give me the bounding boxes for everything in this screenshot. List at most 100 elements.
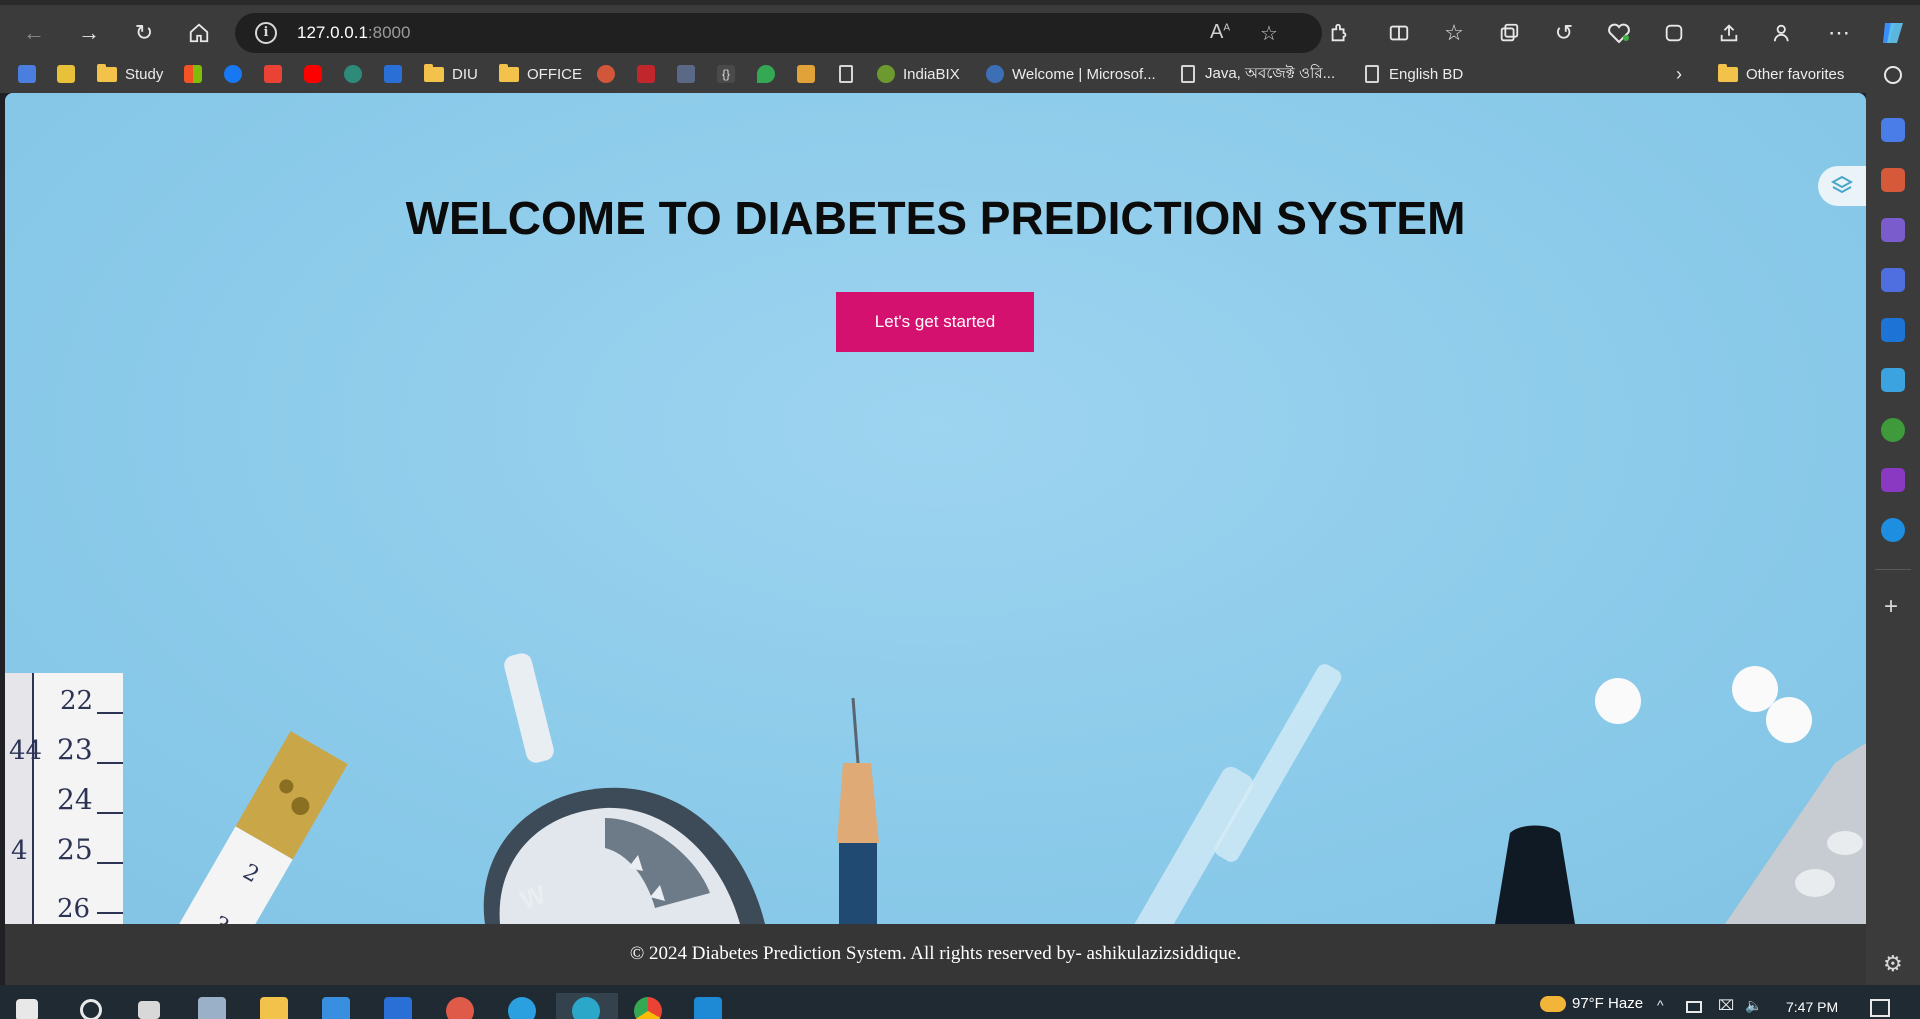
tape-number: 4 [11, 836, 28, 866]
folder-icon [424, 63, 444, 82]
task-view-icon[interactable] [138, 1001, 160, 1019]
sidebar-telegram-icon[interactable] [1881, 368, 1905, 392]
bookmarks-overflow-chevron-icon[interactable]: › [1676, 62, 1682, 86]
sidebar-games-icon[interactable] [1881, 218, 1905, 242]
bookmark-english-bd[interactable]: English BD [1365, 62, 1463, 86]
edge-icon[interactable] [572, 997, 600, 1019]
favorite-star-icon[interactable]: ☆ [1260, 21, 1278, 46]
bookmark-gmail-icon[interactable] [264, 62, 290, 86]
browser-essentials-icon[interactable] [1601, 15, 1637, 51]
pill-image [1595, 678, 1641, 724]
bookmark-welcome-microsoft[interactable]: Welcome | Microsof... [986, 62, 1156, 86]
notifications-icon[interactable] [1870, 999, 1890, 1017]
file-explorer-icon[interactable] [260, 997, 288, 1019]
tray-device-icon[interactable] [1686, 1001, 1702, 1013]
mail-icon[interactable] [384, 997, 412, 1019]
start-icon[interactable] [16, 999, 38, 1019]
windows-taskbar: 97°F Haze ^ ⌧ 🔈 7:47 PM [0, 985, 1920, 1019]
bookmark-code-icon[interactable]: {} [717, 62, 743, 86]
bookmarks-bar: Study DIU OFFICE {} IndiaBIX Welcome | M… [0, 55, 1866, 93]
volume-icon[interactable]: 🔈 [1745, 997, 1762, 1014]
extensions-icon[interactable] [1321, 15, 1357, 51]
chrome-icon[interactable] [634, 997, 662, 1019]
vscode-icon[interactable] [694, 997, 722, 1019]
tray-chevron-icon[interactable]: ^ [1657, 997, 1664, 1013]
split-screen-icon[interactable] [1381, 15, 1417, 51]
profile-icon[interactable] [1766, 15, 1802, 51]
sidebar-shopping-icon[interactable] [1881, 118, 1905, 142]
layers-icon [1830, 175, 1854, 194]
share-icon[interactable] [1711, 15, 1747, 51]
blister-cell [1827, 831, 1863, 855]
sidebar-divider [1875, 569, 1911, 570]
history-icon[interactable]: ↺ [1546, 15, 1582, 51]
medical-supplies-illustration: 22 23 24 25 26 44 4 2 3 [5, 653, 1866, 924]
pill-image [1766, 697, 1812, 743]
bookmark-site-icon[interactable] [597, 62, 623, 86]
tape-end-image: 2 3 [145, 731, 348, 924]
site-info-icon[interactable]: i [255, 22, 277, 44]
bookmark-microsoft-icon[interactable] [184, 62, 210, 86]
more-options-icon[interactable]: ⋯ [1821, 15, 1857, 51]
collections-icon[interactable] [1491, 15, 1527, 51]
measuring-tape-image: 22 23 24 25 26 44 4 [5, 673, 123, 924]
sidebar-outlook-icon[interactable] [1881, 318, 1905, 342]
bookmark-indiabix[interactable]: IndiaBIX [877, 62, 960, 86]
refresh-icon[interactable]: ↻ [126, 15, 162, 51]
folder-icon [97, 63, 117, 82]
bookmark-site-icon[interactable] [344, 62, 370, 86]
copilot-icon[interactable] [1875, 15, 1911, 51]
sidebar-onenote-icon[interactable] [1881, 468, 1905, 492]
bookmark-folder-diu[interactable]: DIU [424, 62, 478, 86]
clock-time[interactable]: 7:47 PM [1786, 999, 1838, 1015]
sidebar-tools-icon[interactable] [1881, 168, 1905, 192]
taskbar-search-icon[interactable] [80, 999, 102, 1019]
bookmark-site-icon[interactable] [677, 62, 703, 86]
sidebar-add-icon[interactable]: + [1884, 593, 1898, 621]
edge-sidebar: + ⚙ [1866, 55, 1920, 985]
telegram-icon[interactable] [508, 997, 536, 1019]
url-text[interactable]: 127.0.0.1:8000 [297, 23, 410, 43]
taskbar-app-icon[interactable] [198, 997, 226, 1019]
floating-extension-chip[interactable] [1818, 166, 1866, 206]
favorites-icon[interactable]: ☆ [1436, 15, 1472, 51]
address-bar[interactable]: i 127.0.0.1:8000 AA ☆ [235, 13, 1322, 53]
bookmark-page-icon[interactable] [839, 62, 863, 86]
get-started-button[interactable]: Let's get started [836, 292, 1034, 352]
bookmark-translate-icon[interactable] [18, 62, 44, 86]
bookmark-json-icon[interactable] [637, 62, 663, 86]
store-icon[interactable] [322, 997, 350, 1019]
document-icon [839, 65, 853, 83]
sidebar-tree-icon[interactable] [1881, 418, 1905, 442]
bookmark-facebook-icon[interactable] [224, 62, 250, 86]
bookmark-maps-icon[interactable] [757, 62, 783, 86]
footer-copyright: © 2024 Diabetes Prediction System. All r… [629, 943, 1242, 964]
folder-icon [1718, 63, 1738, 82]
read-aloud-icon[interactable]: AA [1210, 21, 1230, 44]
forward-icon[interactable]: → [71, 15, 107, 51]
home-icon[interactable] [181, 15, 217, 51]
sidebar-search-icon[interactable] [1884, 66, 1902, 84]
bookmark-site-icon[interactable] [384, 62, 410, 86]
tape-number: 44 [9, 736, 42, 766]
bookmark-java[interactable]: Java, অবজেক্ট ওরি... [1181, 62, 1335, 86]
bookmark-folder-office[interactable]: OFFICE [499, 62, 582, 86]
bookmark-other-favorites[interactable]: Other favorites [1718, 62, 1844, 86]
bookmark-youtube-icon[interactable] [304, 62, 330, 86]
document-icon [1365, 65, 1379, 83]
bookmark-trophy-icon[interactable] [797, 62, 823, 86]
bookmark-folder-study[interactable]: Study [97, 62, 163, 86]
taskbar-app-icon[interactable] [446, 997, 474, 1019]
browser-toolbar: ← → ↻ i 127.0.0.1:8000 AA ☆ ☆ ↺ ⋯ [0, 0, 1920, 55]
sidebar-skype-icon[interactable] [1881, 518, 1905, 542]
weather-widget[interactable]: 97°F Haze [1540, 995, 1643, 1013]
back-icon[interactable]: ← [16, 15, 52, 51]
sidebar-copilot-icon[interactable] [1881, 268, 1905, 292]
tape-number: 22 [60, 686, 93, 716]
wifi-icon[interactable]: ⌧ [1718, 997, 1734, 1014]
blister-cell [1795, 869, 1835, 897]
sidebar-settings-gear-icon[interactable]: ⚙ [1883, 951, 1903, 977]
performance-icon[interactable] [1656, 15, 1692, 51]
pen-cap-image [1495, 825, 1575, 924]
bookmark-photos-icon[interactable] [57, 62, 83, 86]
